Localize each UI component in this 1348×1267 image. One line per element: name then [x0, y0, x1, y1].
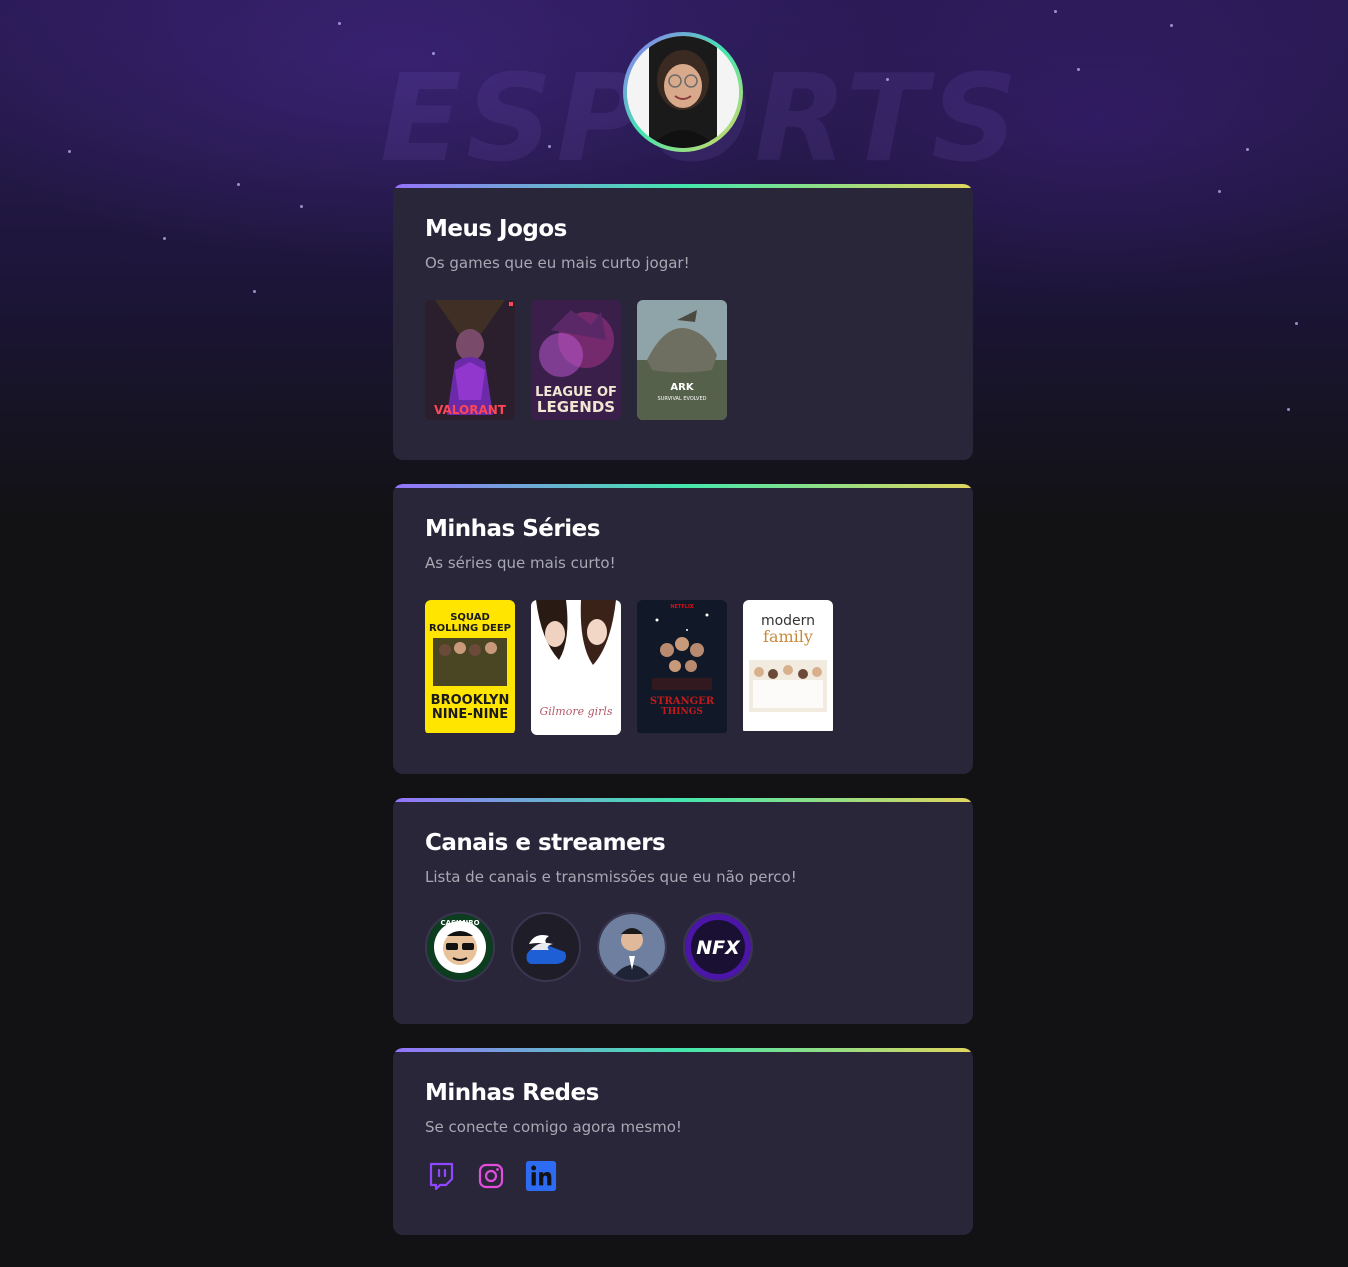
- ark-sub: SURVIVAL EVOLVED: [658, 396, 707, 402]
- b99-title1: BROOKLYN: [431, 693, 510, 708]
- series-modern-family[interactable]: modern family: [743, 600, 833, 735]
- st-network: NETFLIX: [670, 604, 693, 610]
- channels-subtitle: Lista de canais e transmissões que eu nã…: [425, 868, 797, 886]
- instagram-icon: [478, 1163, 504, 1189]
- streamer-photo-icon: [599, 914, 665, 980]
- linkedin-icon: [525, 1160, 557, 1192]
- series-brooklyn-nine-nine[interactable]: SQUAD ROLLING DEEP BROOKLYN NINE-NINE: [425, 600, 515, 735]
- mf-label2: family: [763, 627, 813, 646]
- avatar-photo: [627, 36, 739, 148]
- lol-label-line2: LEGENDS: [537, 398, 615, 416]
- game-valorant[interactable]: VALORANT: [425, 300, 515, 420]
- channel-casimiro[interactable]: CASIMIRO: [425, 912, 495, 982]
- socials-card: Minhas Redes Se conecte comigo agora mes…: [393, 1048, 973, 1235]
- socials-title: Minhas Redes: [425, 1080, 599, 1106]
- nfx-label: NFX: [696, 937, 741, 959]
- channel-wing-shoe[interactable]: [511, 912, 581, 982]
- series-title: Minhas Séries: [425, 516, 600, 542]
- games-subtitle: Os games que eu mais curto jogar!: [425, 254, 690, 272]
- b99-title2: NINE-NINE: [432, 707, 508, 722]
- instagram-link[interactable]: [475, 1160, 507, 1192]
- nfx-logo-icon: NFX: [685, 914, 751, 980]
- linkedin-link[interactable]: [525, 1160, 557, 1192]
- ark-label: ARK: [670, 382, 694, 393]
- channels-card: Canais e streamers Lista de canais e tra…: [393, 798, 973, 1024]
- series-card: Minhas Séries As séries que mais curto! …: [393, 484, 973, 774]
- casimiro-label: CASIMIRO: [440, 919, 479, 927]
- twitch-link[interactable]: [425, 1160, 457, 1192]
- games-card: Meus Jogos Os games que eu mais curto jo…: [393, 184, 973, 460]
- st-label1: STRANGER: [650, 696, 715, 707]
- channels-title: Canais e streamers: [425, 830, 666, 856]
- st-label2: THINGS: [661, 707, 703, 717]
- game-ark[interactable]: ARK SURVIVAL EVOLVED: [637, 300, 727, 420]
- b99-top2: ROLLING DEEP: [429, 623, 511, 634]
- games-title: Meus Jogos: [425, 216, 567, 242]
- profile-avatar: [623, 32, 743, 152]
- b99-top1: SQUAD: [450, 612, 490, 623]
- wing-shoe-logo-icon: [513, 914, 579, 980]
- twitch-icon: [429, 1162, 454, 1191]
- gilmore-label: Gilmore girls: [539, 705, 612, 718]
- series-stranger-things[interactable]: NETFLIX STRANGER THINGS: [637, 600, 727, 735]
- game-league-of-legends[interactable]: LEAGUE OF LEGENDS: [531, 300, 621, 420]
- channel-nfx[interactable]: NFX: [683, 912, 753, 982]
- channel-streamer[interactable]: [597, 912, 667, 982]
- series-gilmore-girls[interactable]: Gilmore girls: [531, 600, 621, 735]
- series-subtitle: As séries que mais curto!: [425, 554, 616, 572]
- valorant-label: VALORANT: [434, 403, 507, 417]
- casimiro-logo-icon: CASIMIRO: [427, 914, 493, 980]
- socials-subtitle: Se conecte comigo agora mesmo!: [425, 1118, 682, 1136]
